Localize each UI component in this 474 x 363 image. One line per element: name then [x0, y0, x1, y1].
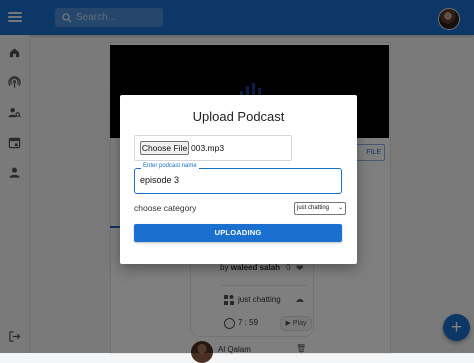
file-name: 003.mp3 — [191, 143, 225, 153]
category-label: choose category — [134, 203, 197, 213]
file-input: Choose File 003.mp3 — [134, 135, 292, 161]
dialog-title: Upload Podcast — [192, 109, 285, 124]
choose-file-button[interactable]: Choose File — [140, 141, 189, 155]
podcast-name-field: Enter podcast name — [134, 163, 342, 194]
chevron-down-icon: ⌄ — [337, 205, 343, 211]
upload-podcast-dialog: Upload Podcast Choose File 003.mp3 Enter… — [120, 95, 357, 264]
category-selected: just chatting — [297, 205, 330, 211]
upload-button[interactable]: UPLOADING — [134, 224, 342, 242]
category-select[interactable]: just chatting ⌄ — [294, 202, 346, 215]
podcast-name-input[interactable] — [140, 175, 330, 185]
podcast-name-label: Enter podcast name — [141, 163, 199, 169]
